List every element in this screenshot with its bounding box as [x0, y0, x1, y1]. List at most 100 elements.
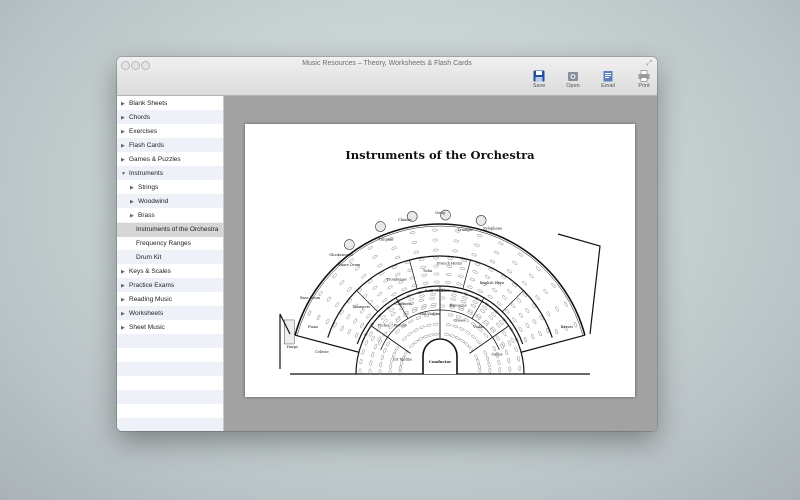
sidebar-item[interactable]: Frequency Ranges [117, 237, 223, 251]
instrument-icon [476, 234, 483, 238]
email-icon [603, 71, 613, 82]
save-button[interactable]: Save [526, 70, 552, 94]
instrument-icon [510, 337, 515, 343]
instrument-icon [498, 241, 504, 246]
instrument-icon [452, 249, 458, 253]
email-button[interactable]: Email [595, 70, 621, 94]
instrument-icon [501, 295, 507, 300]
disclosure-collapsed-icon[interactable]: ▶ [121, 321, 125, 335]
sidebar-item-label: Instruments of the Orchestra [136, 226, 219, 233]
strings-divider [370, 325, 411, 354]
sidebar-item-label: Sheet Music [129, 324, 165, 331]
disclosure-collapsed-icon[interactable]: ▶ [121, 265, 125, 279]
fullscreen-icon[interactable]: ⤢ [646, 60, 652, 68]
section-label: Trumpets [352, 305, 370, 309]
disclosure-collapsed-icon[interactable]: ▶ [130, 209, 134, 223]
instrument-icon [432, 238, 439, 242]
sidebar-item[interactable]: Instruments of the Orchestra [117, 223, 223, 237]
section-divider [462, 259, 471, 290]
instrument-icon [510, 303, 516, 309]
sidebar-item[interactable]: ▶ Flash Cards [117, 139, 223, 153]
instrument-icon [459, 327, 465, 331]
instrument-icon [444, 333, 450, 336]
instrument-icon [555, 306, 559, 312]
instrument-icon [518, 365, 522, 372]
disclosure-collapsed-icon[interactable]: ▶ [121, 293, 125, 307]
instrument-icon [551, 282, 556, 288]
instrument-icon [477, 363, 481, 370]
app-window: Music Resources – Theory, Worksheets & F… [117, 57, 657, 431]
sidebar-item[interactable]: ▶ Woodwind [117, 195, 223, 209]
instrument-icon [494, 250, 500, 255]
instrument-icon [518, 326, 523, 332]
instrument-icon [496, 301, 502, 306]
section-label: Flutes [378, 323, 390, 327]
instrument-icon [340, 325, 344, 331]
instrument-icon [450, 297, 456, 301]
disclosure-collapsed-icon[interactable]: ▶ [130, 195, 134, 209]
instrument-icon [387, 285, 393, 290]
instrument-icon [488, 315, 494, 320]
instrument-icon [422, 281, 429, 285]
open-button[interactable]: Open [560, 70, 586, 94]
instrument-icon [432, 322, 439, 326]
sidebar-item[interactable]: ▶ Chords [117, 111, 223, 125]
sidebar-item[interactable]: ▼ Instruments [117, 167, 223, 181]
sidebar-item[interactable]: ▶ Blank Sheets [117, 97, 223, 111]
section-label: English Horn [480, 281, 505, 285]
instrument-icon [458, 274, 464, 278]
disclosure-collapsed-icon[interactable]: ▶ [121, 111, 125, 125]
instrument-icon [447, 313, 454, 317]
sidebar-item[interactable]: ▶ Strings [117, 181, 223, 195]
instrument-icon [402, 336, 407, 341]
instrument-icon [353, 318, 358, 324]
disclosure-collapsed-icon[interactable]: ▶ [121, 125, 125, 139]
floppy-disk-icon [533, 70, 545, 82]
disclosure-collapsed-icon[interactable]: ▶ [121, 153, 125, 167]
email-label: Email [601, 83, 615, 89]
disclosure-collapsed-icon[interactable]: ▶ [121, 97, 125, 111]
sidebar-item[interactable]: ▶ Practice Exams [117, 279, 223, 293]
instrument-icon [464, 342, 470, 347]
instrument-icon [431, 302, 437, 306]
instrument-icon [429, 297, 435, 300]
instrument-icon [433, 256, 439, 260]
disclosure-collapsed-icon[interactable]: ▶ [121, 307, 125, 321]
sidebar-item[interactable]: ▶ Sheet Music [117, 321, 223, 335]
sidebar-item[interactable]: ▶ Reading Music [117, 293, 223, 307]
sidebar-item[interactable]: ▶ Keys & Scales [117, 265, 223, 279]
sidebar-item[interactable]: ▶ Brass [117, 209, 223, 223]
instrument-icon [445, 281, 451, 284]
disclosure-expanded-icon[interactable]: ▼ [121, 167, 126, 181]
document-view[interactable]: Instruments of the Orchestra Conductor 1s… [224, 96, 657, 431]
instrument-icon [421, 273, 428, 277]
sidebar-item[interactable]: ▶ Games & Puzzles [117, 153, 223, 167]
sidebar-item[interactable]: ▶ Exercises [117, 125, 223, 139]
instrument-icon [401, 287, 407, 291]
disclosure-collapsed-icon[interactable]: ▶ [130, 181, 134, 195]
instrument-icon [415, 316, 422, 320]
instrument-icon [354, 332, 359, 338]
disclosure-collapsed-icon[interactable]: ▶ [121, 279, 125, 293]
instrument-icon [361, 349, 365, 355]
instrument-icon [421, 304, 427, 308]
instrument-icon [407, 332, 413, 337]
section-label: 1st Violins [393, 357, 412, 361]
instrument-icon [386, 341, 390, 347]
instrument-icon [507, 357, 511, 364]
sidebar-item[interactable]: Drum Kit [117, 251, 223, 265]
print-button[interactable]: Print [631, 70, 657, 94]
sidebar-item-label: Games & Puzzles [129, 156, 181, 163]
section-label: Triangle [458, 228, 473, 232]
instrument-icon [449, 334, 456, 338]
section-label: Violas [472, 325, 484, 329]
disclosure-collapsed-icon[interactable]: ▶ [121, 139, 125, 153]
instrument-icon [335, 302, 340, 308]
instrument-icon [514, 346, 518, 352]
instrument-icon [377, 336, 382, 342]
instrument-icon [497, 359, 501, 366]
instrument-icon [501, 341, 506, 348]
strings-divider [469, 325, 510, 354]
instrument-icon [413, 250, 420, 254]
sidebar-item[interactable]: ▶ Worksheets [117, 307, 223, 321]
